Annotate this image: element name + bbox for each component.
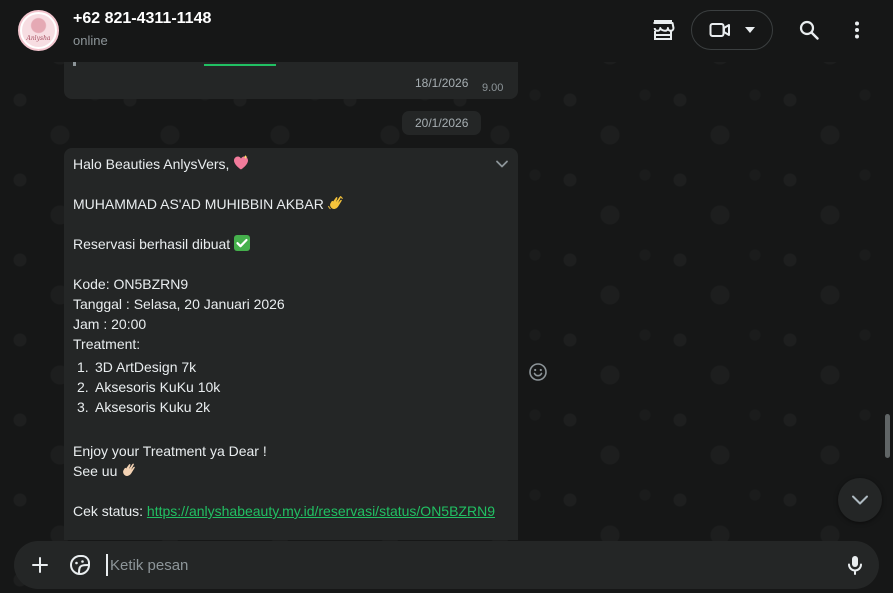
list-item: 3. Aksesoris Kuku 2k <box>73 397 509 417</box>
see-you-line: See uu <box>73 461 509 481</box>
message-bubble[interactable]: Halo Beauties AnlysVers, MUHAMMAD AS'AD … <box>64 148 518 540</box>
list-item-number: 1. <box>77 359 89 375</box>
message-menu-chevron-icon[interactable] <box>494 156 510 172</box>
shop-icon <box>653 20 675 40</box>
contact-name[interactable]: +62 821-4311-1148 <box>73 10 211 28</box>
voice-message-button[interactable] <box>843 553 867 577</box>
check-mark-button-icon <box>234 235 251 251</box>
closing-line: Enjoy your Treatment ya Dear ! <box>73 443 267 459</box>
video-camera-icon <box>709 23 730 37</box>
confirmation-text: Reservasi berhasil dibuat <box>73 236 231 252</box>
scroll-to-bottom-button[interactable] <box>838 478 882 522</box>
status-line: Cek status: https://anlyshabeauty.my.id/… <box>73 501 509 521</box>
catalog-button[interactable] <box>648 16 678 44</box>
list-item: 1. 3D ArtDesign 7k <box>73 357 509 377</box>
treatment-list: 1. 3D ArtDesign 7k 2. Aksesoris KuKu 10k 3… <box>73 357 509 417</box>
list-item-text: 3D ArtDesign 7k <box>95 359 197 375</box>
list-item-text: Aksesoris KuKu 10k <box>95 379 221 395</box>
video-call-button[interactable] <box>691 10 773 50</box>
date-separator: 20/1/2026 <box>402 111 482 135</box>
scrollbar-thumb[interactable] <box>885 414 890 458</box>
reservation-time: Jam : 20:00 <box>73 316 147 332</box>
list-item: 2. Aksesoris KuKu 10k <box>73 377 509 397</box>
list-item-text: Aksesoris Kuku 2k <box>95 399 211 415</box>
microphone-icon <box>848 556 862 575</box>
quote-bar <box>73 62 76 66</box>
reservation-date: Tanggal : Selasa, 20 Januari 2026 <box>73 296 285 312</box>
avatar-image: Anlysha <box>22 14 55 47</box>
plus-icon <box>32 557 48 573</box>
date-separator: 18/1/2026 <box>402 71 482 95</box>
emoji-sticker-button[interactable] <box>68 553 92 577</box>
greeting-text: Halo Beauties AnlysVers, <box>73 156 230 172</box>
list-item-number: 3. <box>77 399 89 415</box>
waving-hand-icon <box>123 463 136 476</box>
confirmation-line: Reservasi berhasil dibuat <box>73 234 509 254</box>
avatar-logo-text: Anlysha <box>26 35 51 42</box>
message-input[interactable] <box>106 554 826 576</box>
greeting-line: Halo Beauties AnlysVers, <box>73 154 509 174</box>
status-link[interactable]: https://anlyshabeauty.my.id/reservasi/st… <box>147 503 495 519</box>
search-icon <box>799 20 819 40</box>
treatment-label: Treatment: <box>73 336 141 352</box>
customer-name: MUHAMMAD AS'AD MUHIBBIN AKBAR <box>73 196 324 212</box>
list-item-number: 2. <box>77 379 89 395</box>
see-you-text: See uu <box>73 463 118 479</box>
more-vert-icon <box>855 21 859 39</box>
smiley-icon <box>529 363 547 381</box>
chat-area[interactable]: 18/1/2026 9.00 20/1/2026 Halo Beauties A… <box>0 62 893 540</box>
search-button[interactable] <box>795 16 823 44</box>
avatar[interactable]: Anlysha <box>18 10 59 51</box>
message-composer <box>14 541 879 589</box>
chat-header: Anlysha +62 821-4311-1148 online <box>0 0 893 62</box>
customer-name-line: MUHAMMAD AS'AD MUHIBBIN AKBAR <box>73 194 509 214</box>
attach-button[interactable] <box>28 553 52 577</box>
reservation-code: Kode: ON5BZRN9 <box>73 276 189 292</box>
sticker-icon <box>70 555 90 575</box>
contact-status: online <box>73 33 108 48</box>
sparkling-heart-icon <box>234 155 249 170</box>
react-button[interactable] <box>528 362 548 382</box>
waving-hand-icon <box>327 196 343 210</box>
link-underline <box>204 64 276 66</box>
status-label: Cek status: <box>73 503 147 519</box>
menu-button[interactable] <box>845 16 869 44</box>
message-time: 9.00 <box>482 82 504 94</box>
chevron-down-icon <box>745 27 755 33</box>
chevron-down-icon <box>852 495 868 505</box>
